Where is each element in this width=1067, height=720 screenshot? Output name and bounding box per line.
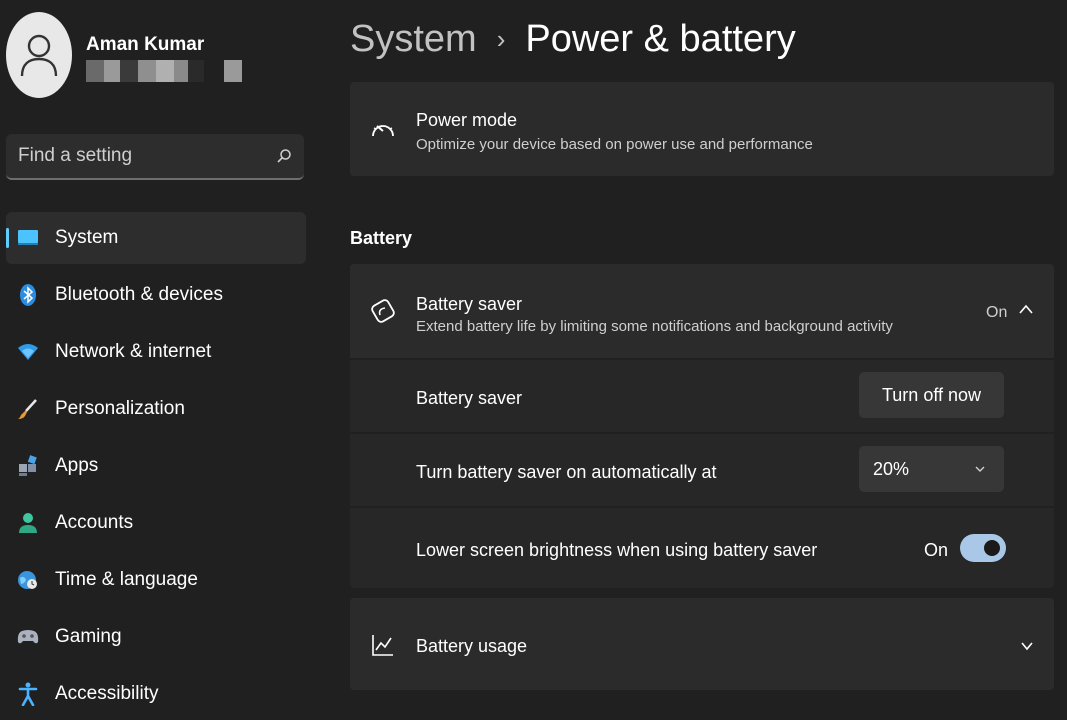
speedometer-icon	[370, 116, 396, 142]
sidebar-item-bluetooth[interactable]: Bluetooth & devices	[6, 269, 306, 321]
sidebar-item-label: Accounts	[55, 512, 134, 533]
lower-brightness-label: Lower screen brightness when using batte…	[416, 540, 818, 560]
lower-brightness-toggle[interactable]	[960, 534, 1006, 562]
chevron-down-icon[interactable]	[1020, 638, 1034, 656]
sidebar-item-label: Accessibility	[55, 683, 159, 704]
sidebar-item-label: System	[55, 227, 119, 248]
battery-usage-card[interactable]: Battery usage	[350, 598, 1054, 690]
page-title: Power & battery	[525, 18, 796, 60]
power-mode-card[interactable]: Power mode Optimize your device based on…	[350, 82, 1054, 176]
power-mode-description: Optimize your device based on power use …	[416, 136, 813, 153]
breadcrumb-separator: ›	[496, 24, 506, 54]
chevron-down-icon	[975, 466, 985, 472]
accessibility-icon	[16, 682, 40, 706]
sidebar-nav: System Bluetooth & devices Network & int…	[6, 212, 306, 720]
breadcrumb-parent[interactable]: System	[350, 18, 477, 61]
gamepad-icon	[16, 625, 40, 649]
sidebar-item-apps[interactable]: Apps	[6, 440, 306, 492]
sidebar-item-gaming[interactable]: Gaming	[6, 611, 306, 663]
breadcrumb: System › Power & battery	[350, 18, 796, 61]
battery-section-title: Battery	[350, 228, 413, 248]
globe-clock-icon	[16, 568, 40, 592]
sidebar-item-accessibility[interactable]: Accessibility	[6, 668, 306, 720]
sidebar-item-system[interactable]: System	[6, 212, 306, 264]
system-icon	[16, 226, 40, 250]
battery-usage-title: Battery usage	[416, 636, 528, 656]
lower-brightness-row: Lower screen brightness when using batte…	[350, 508, 1054, 588]
sidebar-item-accounts[interactable]: Accounts	[6, 497, 306, 549]
person-icon	[20, 34, 58, 77]
bluetooth-icon	[16, 283, 40, 307]
sidebar-item-label: Personalization	[55, 398, 185, 419]
chevron-up-icon[interactable]	[1018, 302, 1034, 320]
wifi-icon	[16, 340, 40, 364]
accounts-icon	[16, 511, 40, 535]
sidebar-item-personalization[interactable]: Personalization	[6, 383, 306, 435]
user-profile[interactable]: Aman Kumar	[6, 12, 306, 98]
toggle-state-label: On	[924, 540, 949, 560]
sidebar-item-label: Gaming	[55, 626, 122, 647]
sidebar-item-label: Apps	[55, 455, 99, 476]
auto-threshold-dropdown[interactable]: 20%	[859, 446, 1004, 492]
avatar	[6, 12, 72, 98]
sidebar-item-label: Network & internet	[55, 341, 212, 362]
user-name: Aman Kumar	[86, 34, 205, 55]
battery-saver-icon	[370, 298, 396, 324]
battery-saver-row: Battery saver Turn off now	[350, 360, 1054, 432]
battery-saver-header[interactable]: Battery saver Extend battery life by lim…	[350, 264, 1054, 358]
redacted-email	[86, 60, 246, 82]
battery-saver-status: On	[986, 304, 1008, 321]
sidebar-item-network[interactable]: Network & internet	[6, 326, 306, 378]
toggle-knob	[984, 540, 1000, 556]
sidebar-item-label: Bluetooth & devices	[55, 284, 223, 305]
dropdown-value: 20%	[873, 458, 910, 479]
sidebar-item-time-language[interactable]: Time & language	[6, 554, 306, 606]
battery-saver-title: Battery saver	[416, 294, 523, 314]
search-icon[interactable]	[276, 148, 292, 164]
auto-battery-saver-row: Turn battery saver on automatically at 2…	[350, 434, 1054, 506]
main-content: System › Power & battery Power mode Opti…	[350, 0, 1067, 720]
turn-off-now-button[interactable]: Turn off now	[859, 372, 1004, 418]
battery-saver-description: Extend battery life by limiting some not…	[416, 318, 893, 335]
search-input[interactable]	[18, 145, 258, 167]
battery-saver-row-label: Battery saver	[416, 388, 523, 408]
auto-battery-saver-label: Turn battery saver on automatically at	[416, 462, 717, 482]
apps-icon	[16, 454, 40, 478]
search-box[interactable]	[6, 134, 304, 180]
power-mode-title: Power mode	[416, 110, 518, 130]
brush-icon	[16, 397, 40, 421]
line-chart-icon	[370, 632, 396, 658]
sidebar: Aman Kumar System	[0, 0, 318, 720]
sidebar-item-label: Time & language	[55, 569, 198, 590]
